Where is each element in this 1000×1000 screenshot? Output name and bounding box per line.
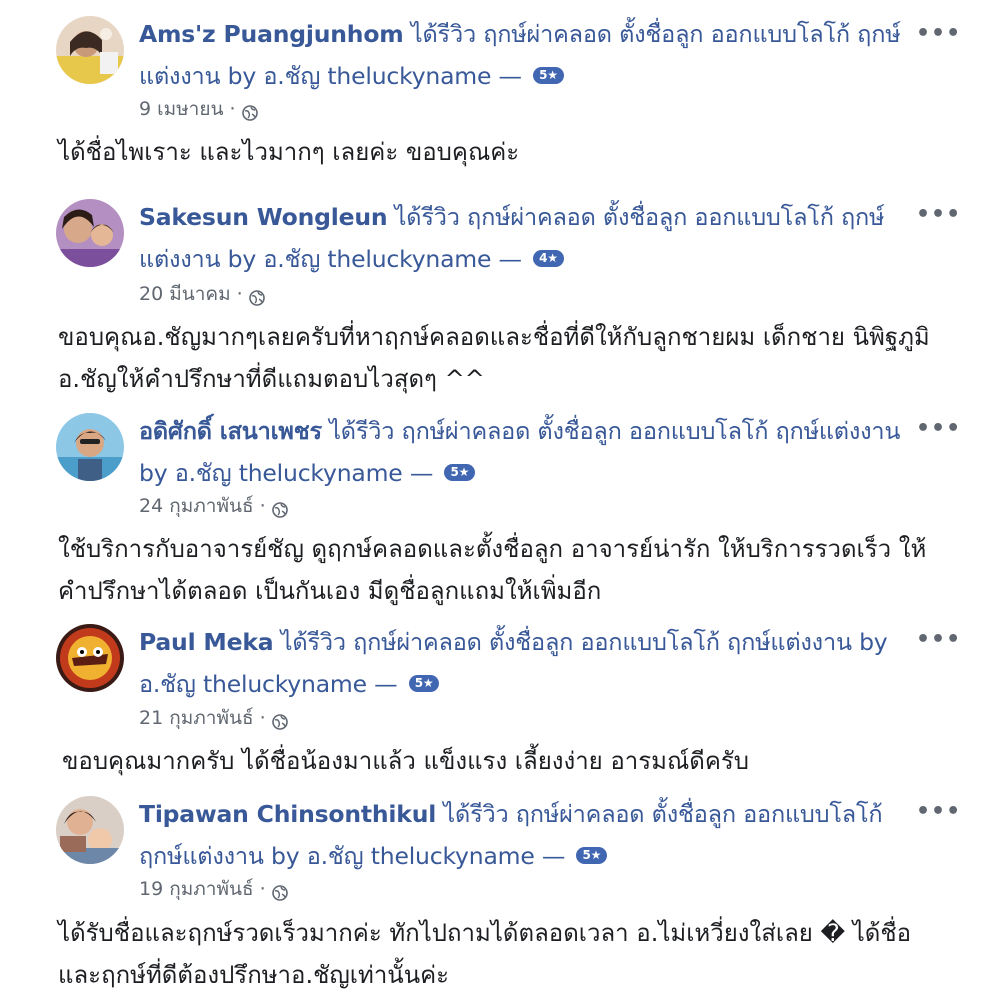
review-date[interactable]: 21 กุมภาพันธ์	[139, 707, 254, 729]
dash-separator: —	[541, 842, 566, 870]
avatar[interactable]	[56, 199, 124, 267]
rating-badge[interactable]: 5★	[533, 67, 564, 84]
rating-badge[interactable]: 5★	[408, 675, 440, 692]
globe-icon	[271, 880, 288, 901]
reviewer-name[interactable]: อดิศักดิ์ เสนาเพชร	[139, 417, 322, 445]
globe-icon	[248, 285, 265, 306]
dash-separator: —	[374, 670, 398, 698]
globe-icon	[241, 100, 258, 121]
more-options-icon[interactable]: •••	[916, 418, 961, 440]
review-header: Sakesun Wongleun ได้รีวิว ฤกษ์ผ่าคลอด ตั…	[139, 196, 909, 280]
avatar[interactable]	[56, 796, 124, 864]
rating-badge[interactable]: 4★	[533, 250, 564, 267]
review-header: Paul Meka ได้รีวิว ฤกษ์ผ่าคลอด ตั้งชื่อล…	[139, 621, 909, 705]
review-date[interactable]: 20 มีนาคม	[139, 283, 231, 305]
review-date[interactable]: 24 กุมภาพันธ์	[139, 495, 254, 517]
rating-badge[interactable]: 5★	[576, 847, 608, 864]
dash-separator: —	[498, 245, 523, 273]
meta-dot: ·	[259, 878, 266, 900]
review-text: ได้รับชื่อและฤกษ์รวดเร็วมากค่ะ ทักไปถามไ…	[58, 919, 912, 989]
review-header: อดิศักดิ์ เสนาเพชร ได้รีวิว ฤกษ์ผ่าคลอด …	[139, 410, 909, 494]
reviewer-name[interactable]: Tipawan Chinsonthikul	[139, 800, 436, 828]
review-meta: 20 มีนาคม ·	[139, 279, 265, 309]
avatar[interactable]	[56, 413, 124, 481]
review-header: Ams'z Puangjunhom ได้รีวิว ฤกษ์ผ่าคลอด ต…	[139, 13, 909, 97]
review-date[interactable]: 19 กุมภาพันธ์	[139, 878, 254, 900]
review-meta: 21 กุมภาพันธ์ ·	[139, 703, 288, 733]
rating-badge[interactable]: 5★	[444, 464, 476, 481]
review-header: Tipawan Chinsonthikul ได้รีวิว ฤกษ์ผ่าคล…	[139, 793, 909, 877]
more-options-icon[interactable]: •••	[916, 801, 961, 823]
more-options-icon[interactable]: •••	[916, 629, 961, 651]
review-text: ขอบคุณมากครับ ได้ชื่อน้องมาแล้ว แข็งแรง …	[62, 747, 749, 775]
globe-icon	[271, 709, 288, 730]
review-text: ใช้บริการกับอาจารย์ชัญ ดูฤกษ์คลอดและตั้ง…	[58, 535, 927, 605]
more-options-icon[interactable]: •••	[916, 23, 961, 45]
dash-separator: —	[498, 62, 523, 90]
reviewer-name[interactable]: Ams'z Puangjunhom	[139, 20, 404, 48]
review-text: ขอบคุณอ.ชัญมากๆเลยครับที่หาฤกษ์คลอดและชื…	[58, 323, 930, 393]
reviewer-name[interactable]: Sakesun Wongleun	[139, 203, 388, 231]
meta-dot: ·	[229, 98, 236, 120]
meta-dot: ·	[259, 707, 266, 729]
review-date[interactable]: 9 เมษายน	[139, 98, 223, 120]
more-options-icon[interactable]: •••	[916, 204, 961, 226]
review-text: ได้ชื่อไพเราะ และไวมากๆ เลยค่ะ ขอบคุณค่ะ	[58, 138, 520, 166]
avatar[interactable]	[56, 16, 124, 84]
meta-dot: ·	[259, 495, 266, 517]
dash-separator: —	[409, 459, 434, 487]
reviewer-name[interactable]: Paul Meka	[139, 628, 274, 656]
review-meta: 24 กุมภาพันธ์ ·	[139, 491, 288, 521]
globe-icon	[271, 497, 288, 518]
review-meta: 19 กุมภาพันธ์ ·	[139, 874, 288, 904]
meta-dot: ·	[236, 283, 243, 305]
review-meta: 9 เมษายน ·	[139, 94, 258, 124]
avatar[interactable]	[56, 624, 124, 692]
